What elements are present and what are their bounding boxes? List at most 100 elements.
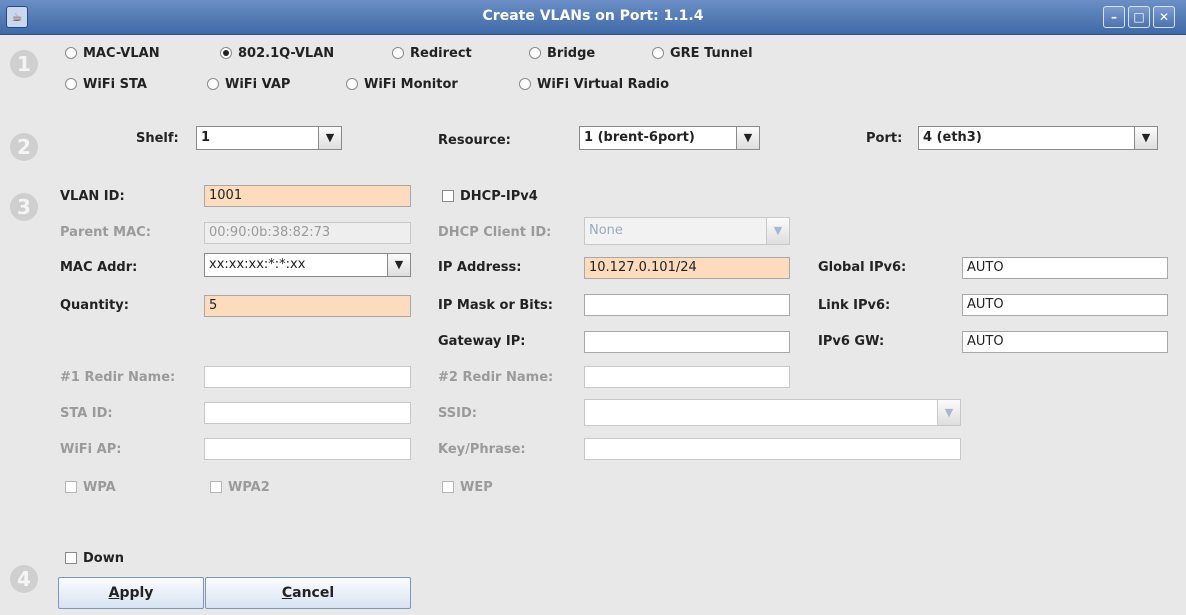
radio-bridge[interactable]: Bridge <box>529 46 595 61</box>
step-4-icon: 4 <box>10 565 38 593</box>
radio-label: MAC-VLAN <box>83 46 160 61</box>
radio-redirect[interactable]: Redirect <box>392 46 472 61</box>
resource-select[interactable]: 1 (brent-6port) ▼ <box>579 126 760 150</box>
radio-gre-tunnel[interactable]: GRE Tunnel <box>652 46 753 61</box>
cancel-label: ancel <box>292 585 335 601</box>
vlan-id-input[interactable]: 1001 <box>204 185 411 207</box>
wpa2-checkbox[interactable]: WPA2 <box>210 480 270 495</box>
window-titlebar[interactable]: ☕ Create VLANs on Port: 1.1.4 – □ ✕ <box>0 0 1186 35</box>
radio-mac-vlan[interactable]: MAC-VLAN <box>65 46 160 61</box>
ssid-label: SSID: <box>438 406 477 421</box>
link-ipv6-label: Link IPv6: <box>818 298 891 313</box>
redir1-input[interactable] <box>204 366 411 388</box>
maximize-icon[interactable]: □ <box>1128 6 1150 28</box>
radio-icon <box>65 78 77 90</box>
apply-button[interactable]: Apply <box>58 577 204 609</box>
window-title: Create VLANs on Port: 1.1.4 <box>482 8 704 24</box>
down-checkbox[interactable]: Down <box>65 551 124 566</box>
resource-value: 1 (brent-6port) <box>584 130 695 145</box>
radio-8021q-vlan[interactable]: 802.1Q-VLAN <box>220 46 334 61</box>
parent-mac-label: Parent MAC: <box>60 225 151 240</box>
link-ipv6-input[interactable]: AUTO <box>962 294 1168 316</box>
shelf-label: Shelf: <box>136 131 179 146</box>
mac-addr-select[interactable]: xx:xx:xx:*:*:xx ▼ <box>204 253 411 277</box>
shelf-select[interactable]: 1 ▼ <box>196 126 342 150</box>
sta-id-label: STA ID: <box>60 406 113 421</box>
port-label: Port: <box>866 131 903 146</box>
radio-icon <box>65 47 77 59</box>
chevron-down-icon[interactable]: ▼ <box>1134 127 1157 149</box>
radio-wifi-vap[interactable]: WiFi VAP <box>207 77 290 92</box>
radio-label: Redirect <box>410 46 472 61</box>
radio-icon <box>346 78 358 90</box>
radio-selected-icon <box>220 47 232 59</box>
radio-wifi-sta[interactable]: WiFi STA <box>65 77 147 92</box>
checkbox-icon <box>210 481 222 493</box>
chevron-down-icon[interactable]: ▼ <box>318 127 341 149</box>
radio-label: GRE Tunnel <box>670 46 753 61</box>
radio-wifi-monitor[interactable]: WiFi Monitor <box>346 77 458 92</box>
key-phrase-input[interactable] <box>584 438 961 460</box>
radio-icon <box>519 78 531 90</box>
checkbox-icon <box>442 481 454 493</box>
dhcp-client-id-label: DHCP Client ID: <box>438 225 552 240</box>
ipv6-gw-input[interactable]: AUTO <box>962 331 1168 353</box>
radio-icon <box>529 47 541 59</box>
wifi-ap-label: WiFi AP: <box>60 442 122 457</box>
redir1-label: #1 Redir Name: <box>60 370 176 385</box>
mac-addr-label: MAC Addr: <box>60 260 138 275</box>
chevron-down-icon: ▼ <box>766 218 789 244</box>
radio-label: WiFi Virtual Radio <box>537 77 670 92</box>
resource-label: Resource: <box>438 133 511 148</box>
radio-wifi-virtual-radio[interactable]: WiFi Virtual Radio <box>519 77 669 92</box>
cancel-button[interactable]: Cancel <box>205 577 411 609</box>
cancel-mnemonic: C <box>281 585 293 601</box>
apply-mnemonic: A <box>108 585 120 601</box>
global-ipv6-input[interactable]: AUTO <box>962 257 1168 279</box>
checkbox-label: WPA <box>83 480 116 495</box>
radio-label: WiFi VAP <box>225 77 291 92</box>
ip-address-input[interactable]: 10.127.0.101/24 <box>584 257 790 279</box>
vlan-id-label: VLAN ID: <box>60 189 125 204</box>
radio-label: 802.1Q-VLAN <box>238 46 335 61</box>
port-select[interactable]: 4 (eth3) ▼ <box>918 126 1158 150</box>
wep-checkbox[interactable]: WEP <box>442 480 493 495</box>
gateway-ip-label: Gateway IP: <box>438 334 526 349</box>
radio-label: Bridge <box>547 46 596 61</box>
chevron-down-icon[interactable]: ▼ <box>387 254 410 276</box>
step-1-icon: 1 <box>10 50 38 78</box>
quantity-input[interactable]: 5 <box>204 295 411 317</box>
close-icon[interactable]: ✕ <box>1153 6 1175 28</box>
ip-mask-label: IP Mask or Bits: <box>438 298 553 313</box>
checkbox-icon <box>442 190 454 202</box>
quantity-label: Quantity: <box>60 298 129 313</box>
ip-address-label: IP Address: <box>438 260 522 275</box>
wpa-checkbox[interactable]: WPA <box>65 480 116 495</box>
shelf-value: 1 <box>201 130 211 145</box>
chevron-down-icon[interactable]: ▼ <box>736 127 759 149</box>
parent-mac-input: 00:90:0b:38:82:73 <box>204 222 411 244</box>
step-2-icon: 2 <box>10 133 38 161</box>
checkbox-label: WPA2 <box>228 480 270 495</box>
redir2-input[interactable] <box>584 366 790 388</box>
global-ipv6-label: Global IPv6: <box>818 260 907 275</box>
dhcp-client-id-select: None ▼ <box>584 217 790 245</box>
redir2-label: #2 Redir Name: <box>438 370 554 385</box>
checkbox-icon <box>65 552 77 564</box>
radio-icon <box>652 47 664 59</box>
radio-label: WiFi Monitor <box>364 77 458 92</box>
minimize-icon[interactable]: – <box>1103 6 1125 28</box>
wifi-ap-input[interactable] <box>204 438 411 460</box>
sta-id-input[interactable] <box>204 402 411 424</box>
step-3-icon: 3 <box>10 193 38 221</box>
key-phrase-label: Key/Phrase: <box>438 442 526 457</box>
gateway-ip-input[interactable] <box>584 331 790 353</box>
port-value: 4 (eth3) <box>923 130 982 145</box>
checkbox-label: Down <box>83 551 124 566</box>
apply-label: pply <box>119 585 154 601</box>
ssid-select: ▼ <box>584 399 961 426</box>
dhcp-client-id-value: None <box>589 223 623 238</box>
checkbox-icon <box>65 481 77 493</box>
dhcp-ipv4-checkbox[interactable]: DHCP-IPv4 <box>442 189 538 204</box>
ip-mask-input[interactable] <box>584 294 790 316</box>
